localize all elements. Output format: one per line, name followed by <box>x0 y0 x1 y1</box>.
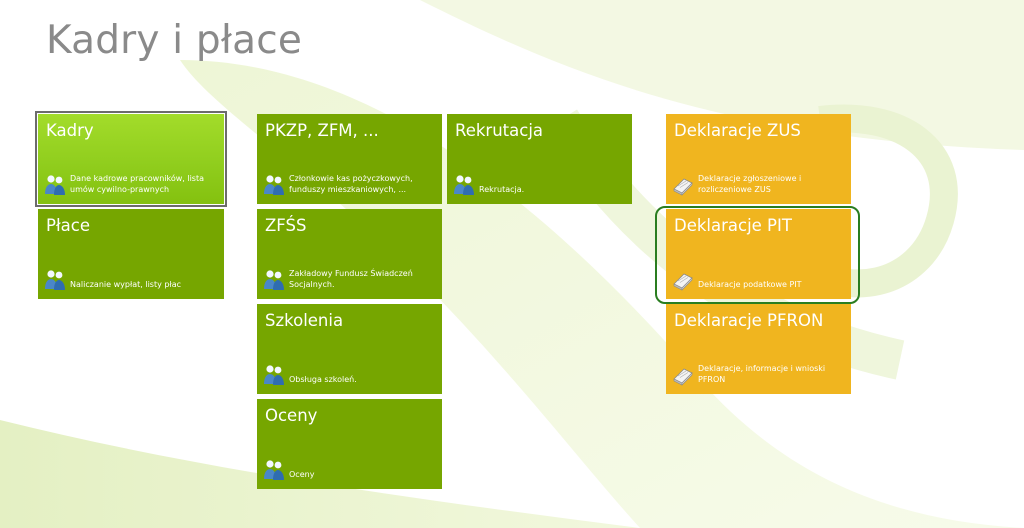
tile-deklaracje-pfron-desc: Deklaracje, informacje i wnioski PFRON <box>698 364 826 384</box>
tile-deklaracje-pfron-title: Deklaracje PFRON <box>674 311 824 330</box>
tile-pkzp-desc: Członkowie kas pożyczkowych, funduszy mi… <box>289 174 413 194</box>
tile-szkolenia-desc: Obsługa szkoleń. <box>289 375 357 384</box>
people-icon <box>43 174 67 196</box>
tile-zfss-desc: Zakładowy Fundusz Świadczeń Socjalnych. <box>289 269 413 289</box>
page-title: Kadry i płace <box>46 18 303 63</box>
tile-kadry-title: Kadry <box>46 121 94 140</box>
book-icon <box>671 364 695 386</box>
tile-deklaracje-zus-title: Deklaracje ZUS <box>674 121 801 140</box>
tile-deklaracje-pfron[interactable]: Deklaracje PFRON Deklaracje, informacje … <box>666 304 851 394</box>
tile-deklaracje-pit-title: Deklaracje PIT <box>674 216 792 235</box>
tile-pkzp[interactable]: PKZP, ZFM, ... Członkowie kas pożyczkowy… <box>257 114 442 204</box>
tile-oceny-desc: Oceny <box>289 470 315 479</box>
tile-deklaracje-zus[interactable]: Deklaracje ZUS Deklaracje zgłoszeniowe i… <box>666 114 851 204</box>
tile-szkolenia-title: Szkolenia <box>265 311 344 330</box>
tile-oceny[interactable]: Oceny Oceny <box>257 399 442 489</box>
book-icon <box>671 269 695 291</box>
tile-place[interactable]: Płace Naliczanie wypłat, listy płac <box>38 209 224 299</box>
tile-kadry[interactable]: Kadry Dane kadrowe pracowników, lista um… <box>35 111 227 207</box>
tile-place-title: Płace <box>46 216 90 235</box>
tile-deklaracje-zus-desc: Deklaracje zgłoszeniowe i rozliczeniowe … <box>698 174 802 194</box>
tile-rekrutacja[interactable]: Rekrutacja Rekrutacja. <box>447 114 632 204</box>
tile-zfss-title: ZFŚS <box>265 216 307 235</box>
people-icon <box>43 269 67 291</box>
people-icon <box>262 364 286 386</box>
people-icon <box>262 459 286 481</box>
book-icon <box>671 174 695 196</box>
tile-zfss[interactable]: ZFŚS Zakładowy Fundusz Świadczeń Socjaln… <box>257 209 442 299</box>
tile-rekrutacja-desc: Rekrutacja. <box>479 185 525 194</box>
people-icon <box>262 269 286 291</box>
tile-oceny-title: Oceny <box>265 406 318 425</box>
tile-kadry-desc: Dane kadrowe pracowników, lista umów cyw… <box>70 174 205 194</box>
tile-deklaracje-pit-desc: Deklaracje podatkowe PIT <box>698 280 802 289</box>
tile-deklaracje-pit[interactable]: Deklaracje PIT Deklaracje podatkowe PIT <box>666 209 851 299</box>
people-icon <box>452 174 476 196</box>
tile-szkolenia[interactable]: Szkolenia Obsługa szkoleń. <box>257 304 442 394</box>
tile-rekrutacja-title: Rekrutacja <box>455 121 544 140</box>
tile-place-desc: Naliczanie wypłat, listy płac <box>70 280 182 289</box>
people-icon <box>262 174 286 196</box>
tile-pkzp-title: PKZP, ZFM, ... <box>265 121 379 140</box>
